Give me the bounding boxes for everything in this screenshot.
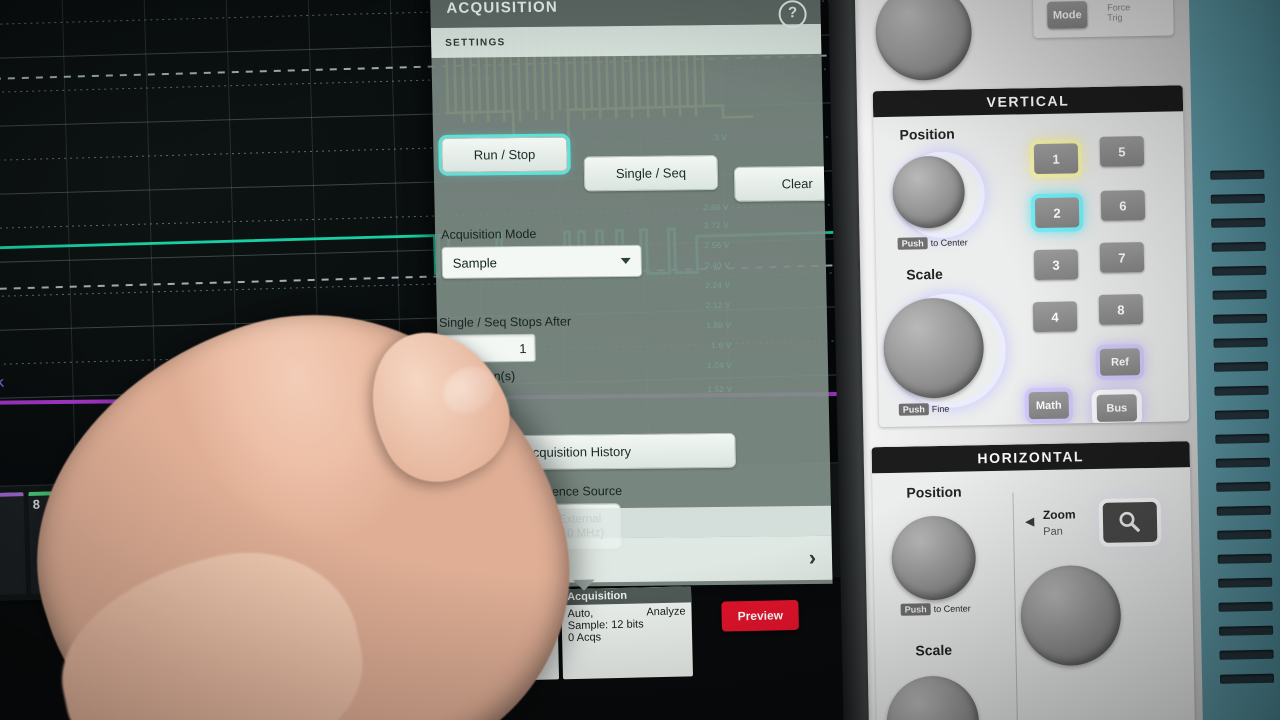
- zoom-label: Zoom: [1042, 507, 1076, 523]
- channel-6-button[interactable]: 6: [1100, 189, 1146, 221]
- ghost-voltage-label: 1.6 V: [711, 340, 732, 351]
- horizontal-position-knob[interactable]: [890, 515, 977, 601]
- zoom-arrow-icon: ◀: [1024, 514, 1035, 529]
- chevron-right-icon[interactable]: ›: [808, 545, 816, 570]
- ghost-voltage-label: 1.04 V: [706, 360, 733, 371]
- vertical-scale-label: Scale: [906, 265, 943, 283]
- force-trig-label: Force Trig: [1107, 2, 1131, 23]
- single-seq-stops-label: Single / Seq Stops After: [438, 314, 572, 330]
- chevron-down-icon: [620, 257, 631, 265]
- vertical-position-label: Position: [899, 125, 955, 143]
- bus-channel-label: UK: [0, 377, 5, 391]
- trigger-controls-group: Mode ⋀ Force Trig: [1032, 0, 1174, 39]
- acquisition-mode-label: Acquisition Mode: [441, 226, 537, 242]
- horizontal-zoom-knob[interactable]: [1019, 564, 1122, 667]
- preview-button[interactable]: Preview: [721, 599, 800, 632]
- push-suffix: to Center: [933, 603, 971, 615]
- magnifier-icon: [1119, 511, 1140, 532]
- channel-4-button[interactable]: 4: [1032, 301, 1078, 333]
- ghost-voltage-label: 2.24 V: [705, 280, 731, 291]
- acquisition-controls-row: Run / Stop Single / Seq Clear: [441, 70, 833, 202]
- mode-button[interactable]: Mode: [1047, 1, 1088, 29]
- page-title: ACQUISITION: [446, 0, 559, 17]
- dialog-title-bar: ACQUISITION ?: [430, 0, 821, 29]
- ghost-voltage-label: 2.88 V: [703, 202, 729, 213]
- help-icon[interactable]: ?: [778, 0, 807, 29]
- math-button[interactable]: Math: [1028, 391, 1070, 420]
- settings-section-label: SETTINGS: [445, 36, 506, 49]
- horizontal-scale-knob[interactable]: [885, 675, 980, 720]
- run-stop-button[interactable]: Run / Stop: [441, 136, 568, 173]
- badge-color-cap: [0, 492, 24, 498]
- push-badge: Push: [898, 403, 929, 416]
- ghost-voltage-label: 2.72 V: [704, 220, 730, 231]
- vertical-group-title: VERTICAL: [872, 85, 1184, 118]
- bus-button[interactable]: Bus: [1096, 394, 1138, 422]
- horizontal-position-push-tag: Push to Center: [900, 603, 971, 616]
- instrument-chassis: [1188, 0, 1280, 720]
- settings-section-header[interactable]: SETTINGS: [430, 23, 822, 58]
- trigger-level-arrow-icon: [572, 579, 596, 592]
- pan-label: Pan: [1043, 525, 1063, 539]
- ghost-voltage-label: 2.56 V: [704, 240, 730, 251]
- acquisition-mode-group: Acquisition Mode Sample: [441, 226, 643, 279]
- channel-7-button[interactable]: 7: [1099, 242, 1145, 273]
- ghost-voltage-label: 2.40 V: [704, 260, 730, 271]
- ghost-voltage-label: 1.88 V: [706, 320, 732, 331]
- acquisition-count-status: 0 Acqs: [567, 631, 602, 645]
- push-badge: Push: [897, 237, 928, 250]
- horizontal-control-group: HORIZONTAL Position Push to Center Scale …: [871, 441, 1196, 720]
- push-suffix: Fine: [931, 403, 950, 415]
- channel-1-button[interactable]: 1: [1033, 143, 1079, 175]
- vertical-scale-push-tag: Push Fine: [898, 403, 950, 416]
- dialog-body: 3 V 2.88 V 2.72 V 2.56 V 2.40 V 2.24 V 2…: [431, 54, 833, 551]
- push-badge: Push: [900, 603, 931, 616]
- vertical-position-push-tag: Push to Center: [897, 237, 968, 250]
- horizontal-position-label: Position: [906, 483, 962, 501]
- channel-8-button[interactable]: 8: [1098, 294, 1144, 325]
- single-seq-button[interactable]: Single / Seq: [583, 154, 719, 192]
- push-suffix: to Center: [930, 237, 968, 249]
- ghost-voltage-label: 2.12 V: [705, 300, 731, 311]
- acquisition-mode-status: Auto,: [567, 607, 594, 621]
- vertical-control-group: VERTICAL Position Push to Center Scale Pu…: [872, 85, 1190, 428]
- panel-divider: [1012, 492, 1019, 720]
- ref-button[interactable]: Ref: [1099, 348, 1141, 376]
- zoom-button[interactable]: [1102, 501, 1158, 543]
- wave-badge[interactable]: 7: [0, 492, 27, 596]
- horizontal-scale-label: Scale: [915, 641, 953, 659]
- acquisition-mode-value: Sample: [452, 254, 497, 271]
- ghost-voltage-label: 1.52 V: [707, 384, 733, 395]
- ghost-voltage-label: 3 V: [714, 132, 728, 143]
- channel-3-button[interactable]: 3: [1033, 249, 1079, 281]
- acquisition-analyze-label: Analyze: [646, 605, 686, 619]
- acquisition-mode-select[interactable]: Sample: [441, 244, 643, 279]
- channel-2-button[interactable]: 2: [1034, 197, 1080, 229]
- badge-id: 7: [0, 499, 20, 511]
- instrument-front-panel: Mode ⋀ Force Trig VERTICAL Position Push…: [854, 0, 1230, 720]
- channel-5-button[interactable]: 5: [1099, 136, 1145, 167]
- clear-button[interactable]: Clear: [733, 165, 833, 202]
- screenshot-root: UK -40.0 ns -20.0 ns 0 s 20.0 ns 40.0 ns…: [0, 0, 1280, 720]
- acquisition-status-badge[interactable]: Acquisition Auto, Analyze Sample: 12 bit…: [560, 586, 694, 680]
- horizontal-group-title: HORIZONTAL: [871, 441, 1190, 474]
- trigger-level-knob[interactable]: [874, 0, 973, 82]
